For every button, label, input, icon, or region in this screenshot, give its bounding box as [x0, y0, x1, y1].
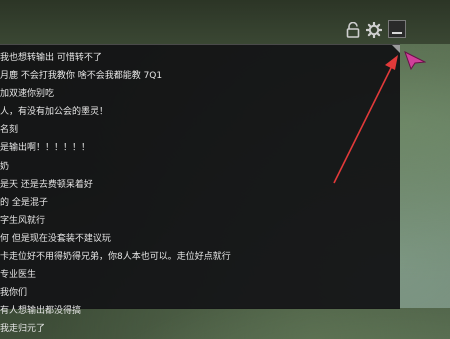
chat-message: 加双速你别吃 — [0, 89, 55, 100]
chat-message: 字生风就行 — [0, 215, 46, 226]
chat-message: 我你们 — [0, 288, 28, 299]
minimize-button[interactable] — [388, 20, 406, 38]
chat-message: 何 但是现在没套装不建议玩 — [0, 233, 111, 244]
chat-message: 是输出啊！！！！！！ — [0, 143, 91, 154]
game-top-bar — [0, 0, 450, 44]
chat-message: 的 全是混子 — [0, 197, 48, 208]
chat-message: 我走归元了 — [0, 324, 46, 335]
chat-panel[interactable]: 我也想转输出 可惜转不了 月鹿 不会打我教你 啥不会我都能教 7Q1 加双速你别… — [0, 44, 400, 334]
chat-message: 名刻 — [0, 125, 19, 136]
mouse-cursor-icon — [404, 50, 426, 70]
chat-message: 奶 — [0, 161, 10, 172]
chat-message: 专业医生 — [0, 270, 37, 281]
chat-message: 人，有没有加公会的墨灵！ — [0, 107, 109, 118]
lock-icon[interactable] — [346, 22, 360, 38]
chat-message-list: 我也想转输出 可惜转不了 月鹿 不会打我教你 啥不会我都能教 7Q1 加双速你别… — [0, 49, 396, 339]
chat-message: 卡走位好不用得奶得兄弟，你8人本也可以。走位好点就行 — [0, 252, 231, 263]
chat-message: 我也想转输出 可惜转不了 — [0, 53, 102, 63]
gear-icon[interactable] — [366, 22, 382, 38]
chat-message: 有人想输出都没得搞 — [0, 306, 82, 317]
chat-message: 是天 还是去费顿呆着好 — [0, 179, 93, 190]
chat-message: 月鹿 不会打我教你 啥不会我都能教 7Q1 — [0, 71, 163, 82]
